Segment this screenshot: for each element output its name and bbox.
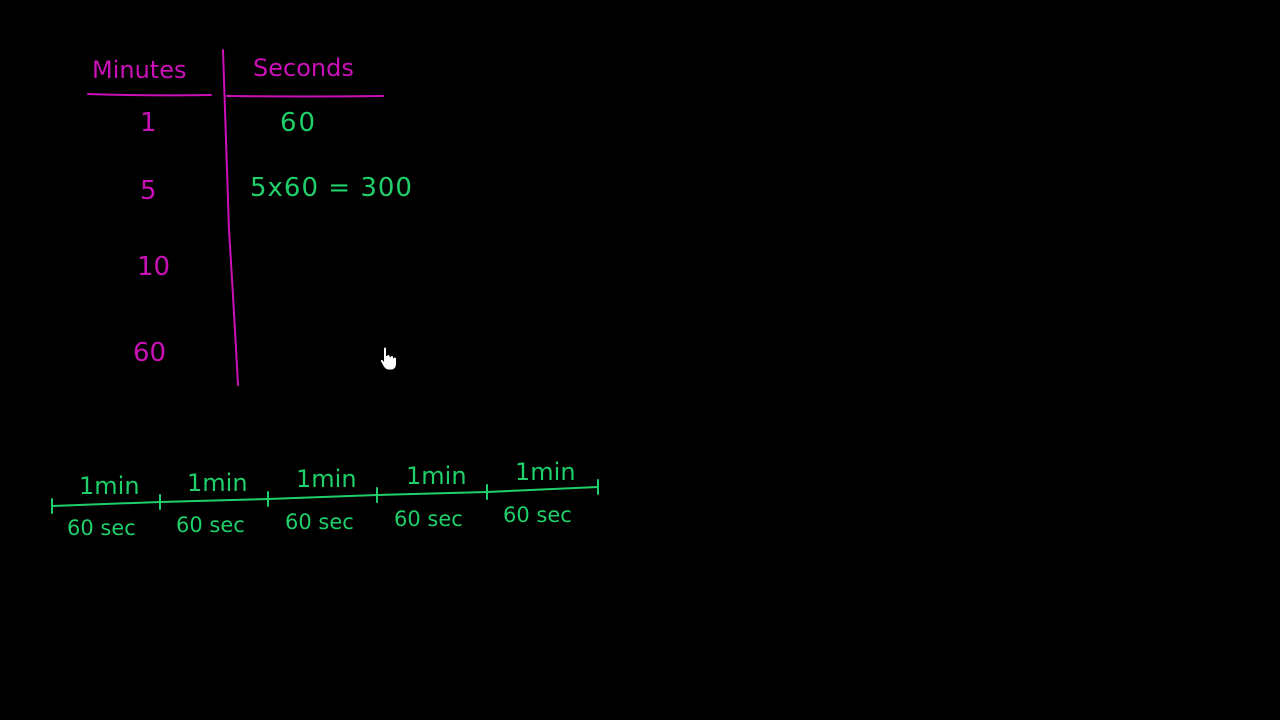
- seconds-value-300: 5x60 = 300: [250, 173, 413, 203]
- minutes-value-5: 5: [140, 176, 157, 206]
- segment-top-label: 1min: [187, 469, 248, 497]
- minutes-value-1: 1: [140, 108, 157, 138]
- segment-bottom-label: 60 sec: [394, 507, 463, 531]
- minutes-value-60: 60: [133, 338, 166, 368]
- drawing-board: Minutes Seconds 1 5 10 60 60 5x60 = 300 …: [51, 49, 599, 540]
- segment-top-label: 1min: [406, 462, 467, 490]
- segment-bottom-label: 60 sec: [285, 510, 354, 534]
- seconds-header-underline: [226, 95, 384, 98]
- table-lines: [87, 49, 384, 386]
- hand-pointer-icon: [379, 346, 397, 371]
- table-divider: [222, 49, 239, 386]
- segment-bottom-label: 60 sec: [176, 513, 245, 537]
- segment-top-label: 1min: [515, 458, 576, 486]
- seconds-value-60: 60: [280, 108, 317, 138]
- minutes-value-10: 10: [137, 252, 170, 282]
- minutes-header-underline: [87, 93, 212, 97]
- segment-bottom-label: 60 sec: [503, 503, 572, 527]
- minutes-header: Minutes: [92, 56, 186, 84]
- segment-bottom-label: 60 sec: [67, 516, 136, 540]
- segment-top-label: 1min: [79, 472, 140, 500]
- segment-top-label: 1min: [296, 465, 357, 493]
- seconds-header: Seconds: [253, 54, 354, 82]
